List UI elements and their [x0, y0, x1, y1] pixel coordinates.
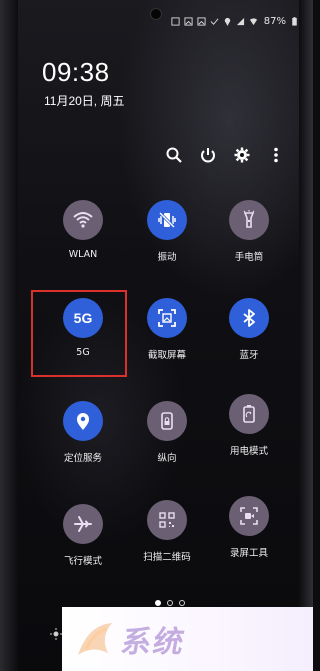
screenshot-icon — [158, 309, 176, 327]
gallery-icon — [197, 16, 206, 26]
gear-icon — [234, 147, 250, 163]
tile-power-mode-toggle[interactable] — [229, 394, 269, 434]
tile-flashlight[interactable]: 手电筒 — [214, 200, 284, 263]
tile-wlan[interactable]: WLAN — [48, 200, 118, 260]
tile-airplane[interactable]: 飞行模式 — [48, 504, 118, 567]
tile-airplane-toggle[interactable] — [63, 504, 103, 544]
location-icon — [224, 17, 230, 26]
watermark-overlay: 系统 — [62, 607, 313, 671]
clock-date: 11月20日, 周五 — [44, 94, 125, 108]
search-icon — [166, 147, 182, 163]
tile-wlan-toggle[interactable] — [63, 200, 103, 240]
more-options-button[interactable] — [267, 146, 285, 164]
tile-portrait-toggle[interactable] — [147, 401, 187, 441]
flashlight-icon — [243, 210, 255, 228]
page-indicator — [155, 600, 185, 606]
qr-icon — [159, 512, 175, 528]
search-button[interactable] — [165, 146, 183, 164]
vibrate-icon — [158, 211, 176, 229]
screen-record-icon — [240, 507, 258, 525]
tile-qr-scan-label: 扫描二维码 — [143, 552, 191, 563]
brightness-icon — [50, 628, 62, 640]
tile-location-toggle[interactable] — [63, 401, 103, 441]
tile-flashlight-toggle[interactable] — [229, 200, 269, 240]
photo-icon — [171, 16, 180, 26]
tile-screenshot-toggle[interactable] — [147, 298, 187, 338]
power-mode-icon — [243, 405, 255, 423]
tile-qr-scan[interactable]: 扫描二维码 — [132, 500, 202, 563]
signal-icon — [236, 17, 244, 25]
quick-panel-toolbar — [165, 146, 285, 164]
airplane-icon — [74, 516, 92, 532]
tile-bluetooth[interactable]: 蓝牙 — [214, 298, 284, 361]
location-icon — [77, 413, 89, 430]
page-dot-1[interactable] — [155, 600, 161, 606]
watermark-text: 系统 — [118, 625, 189, 660]
wifi-icon — [73, 212, 93, 228]
power-icon — [201, 148, 215, 163]
tile-qr-scan-toggle[interactable] — [147, 500, 187, 540]
tile-screen-record-toggle[interactable] — [229, 496, 269, 536]
phone-edge-right — [299, 0, 313, 671]
clock-time: 09:38 — [42, 57, 110, 87]
gallery-icon — [184, 16, 193, 26]
tile-power-mode[interactable]: 用电模式 — [214, 394, 284, 457]
wifi-icon — [249, 17, 257, 25]
bluetooth-icon — [243, 309, 255, 327]
check-icon — [210, 18, 219, 25]
tile-vibrate-toggle[interactable] — [147, 200, 187, 240]
battery-percent: 87% — [263, 15, 286, 27]
tile-bluetooth-label: 蓝牙 — [239, 350, 259, 361]
tile-portrait[interactable]: 纵向 — [132, 401, 202, 464]
tile-screenshot[interactable]: 截取屏幕 — [132, 298, 202, 361]
tile-power-mode-label: 用电模式 — [229, 446, 268, 457]
tile-screenshot-label: 截取屏幕 — [147, 350, 186, 361]
page-dot-2[interactable] — [167, 600, 173, 606]
rotation-lock-icon — [161, 412, 173, 430]
watermark-logo-icon — [78, 623, 112, 655]
tile-bluetooth-toggle[interactable] — [229, 298, 269, 338]
battery-icon — [292, 16, 297, 26]
tile-location[interactable]: 定位服务 — [48, 401, 118, 464]
tile-vibrate-label: 振动 — [157, 252, 177, 263]
tile-screen-record-label: 录屏工具 — [229, 548, 268, 559]
tile-location-label: 定位服务 — [63, 453, 102, 464]
tile-portrait-label: 纵向 — [157, 453, 177, 464]
phone-edge-left — [0, 0, 18, 671]
highlight-box — [31, 290, 127, 377]
power-button[interactable] — [199, 146, 217, 164]
settings-button[interactable] — [233, 146, 251, 164]
tile-airplane-label: 飞行模式 — [63, 556, 102, 567]
tile-screen-record[interactable]: 录屏工具 — [214, 496, 284, 559]
tile-vibrate[interactable]: 振动 — [132, 200, 202, 263]
status-bar: 87% — [152, 12, 299, 30]
tile-wlan-label: WLAN — [68, 249, 98, 260]
more-icon — [274, 147, 278, 163]
tile-flashlight-label: 手电筒 — [234, 252, 264, 263]
page-dot-3[interactable] — [179, 600, 185, 606]
